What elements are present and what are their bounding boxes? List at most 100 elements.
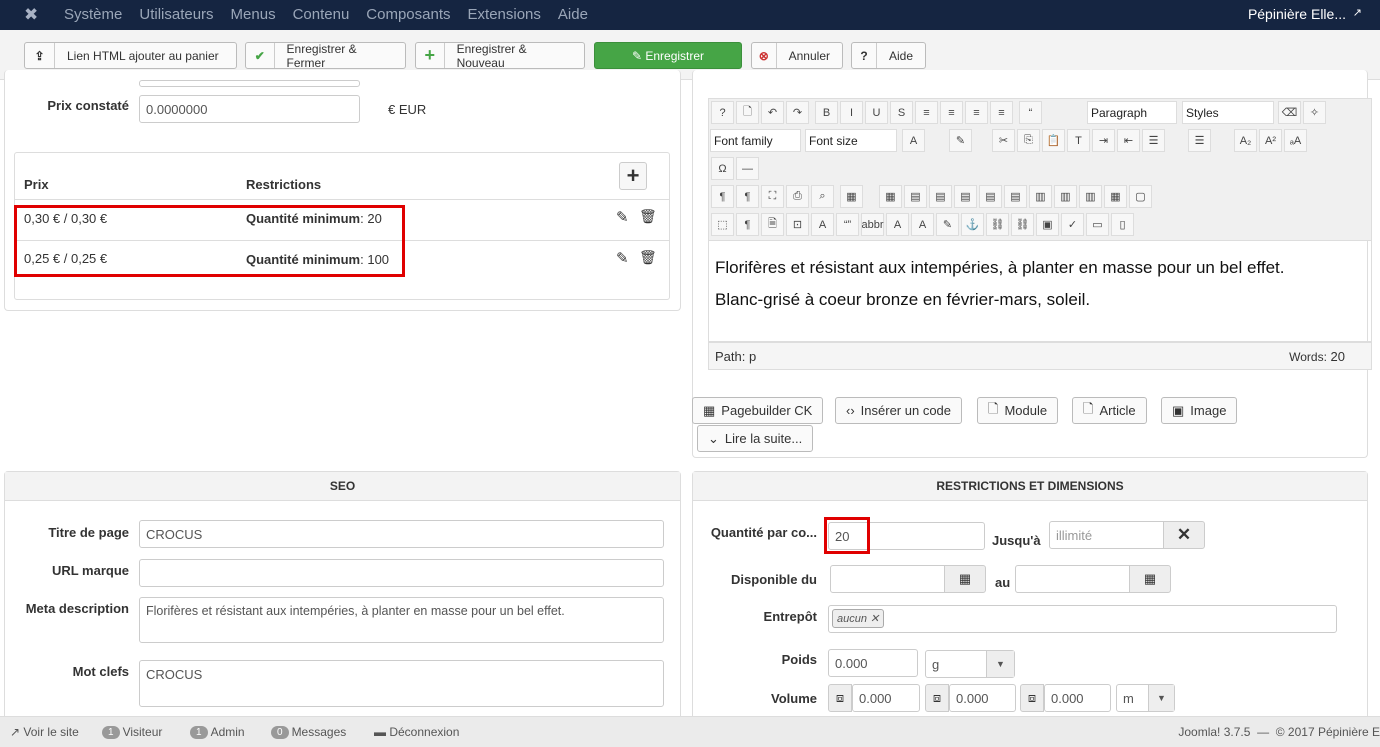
preview-icon[interactable]: 🗎: [761, 213, 784, 236]
menu-contenu[interactable]: Contenu: [293, 6, 350, 23]
format-select[interactable]: Paragraph: [1087, 101, 1177, 124]
show-blocks-icon[interactable]: ¶: [736, 213, 759, 236]
menu-extensions[interactable]: Extensions: [468, 6, 541, 23]
insert-col-after-icon[interactable]: ▥: [1054, 185, 1077, 208]
insert-row-icon[interactable]: ▤: [954, 185, 977, 208]
anchor-icon[interactable]: ⚓: [961, 213, 984, 236]
edit-pencil-icon[interactable]: ✎: [616, 208, 629, 226]
until-input[interactable]: illimité: [1049, 521, 1164, 549]
ordered-list-icon[interactable]: ☰: [1142, 129, 1165, 152]
clear-x-icon[interactable]: ✕: [1163, 521, 1205, 549]
menu-utilisateurs[interactable]: Utilisateurs: [139, 6, 213, 23]
delete-icon[interactable]: A: [886, 213, 909, 236]
remove-x-icon[interactable]: ✕: [870, 613, 879, 625]
table-icon[interactable]: ▦: [840, 185, 863, 208]
print-icon[interactable]: ⎙: [786, 185, 809, 208]
volume-z-input[interactable]: 0.000: [1044, 684, 1111, 712]
logout-link[interactable]: ▬ Déconnexion: [374, 725, 459, 739]
delete-row-icon[interactable]: ▤: [1004, 185, 1027, 208]
spellcheck-icon[interactable]: ✓: [1061, 213, 1084, 236]
insert-icon[interactable]: A: [911, 213, 934, 236]
bold-icon[interactable]: B: [815, 101, 838, 124]
unordered-list-icon[interactable]: ☰: [1188, 129, 1211, 152]
insert-row-after-icon[interactable]: ▤: [979, 185, 1002, 208]
italic-icon[interactable]: I: [840, 101, 863, 124]
weight-unit-select[interactable]: g ▼: [925, 650, 1015, 678]
clean-icon[interactable]: ✧: [1303, 101, 1326, 124]
unlink-icon[interactable]: ⛓: [986, 213, 1009, 236]
html-link-button[interactable]: ⇪ Lien HTML ajouter au panier: [24, 42, 237, 69]
style-icon[interactable]: A: [811, 213, 834, 236]
keywords-textarea[interactable]: CROCUS: [139, 660, 664, 707]
image-icon[interactable]: ▣: [1036, 213, 1059, 236]
menu-systeme[interactable]: Système: [64, 6, 122, 23]
prix-constate-input[interactable]: 0.0000000: [139, 95, 360, 123]
paste-text-icon[interactable]: T: [1067, 129, 1090, 152]
weight-input[interactable]: 0.000: [828, 649, 918, 677]
delete-table-icon[interactable]: ▦: [879, 185, 902, 208]
article-button[interactable]: 🗋 Article: [1072, 397, 1147, 424]
menu-composants[interactable]: Composants: [366, 6, 450, 23]
blockquote-icon[interactable]: “: [1019, 101, 1042, 124]
read-more-button[interactable]: ⌄ Lire la suite...: [697, 425, 814, 452]
menu-aide[interactable]: Aide: [558, 6, 588, 23]
insert-code-button[interactable]: ‹› Insérer un code: [835, 397, 963, 424]
subscript-icon[interactable]: A₂: [1234, 129, 1257, 152]
link-icon[interactable]: ⛓: [1011, 213, 1034, 236]
save-close-button[interactable]: ✔ Enregistrer & Fermer: [245, 42, 406, 70]
styles-select[interactable]: Styles: [1182, 101, 1274, 124]
trash-icon[interactable]: 🗑: [639, 249, 657, 266]
template-icon[interactable]: ✎: [936, 213, 959, 236]
highlight-icon[interactable]: ✎: [949, 129, 972, 152]
row-props-icon[interactable]: ▤: [929, 185, 952, 208]
ltr-icon[interactable]: ¶: [711, 185, 734, 208]
insert-col-icon[interactable]: ▥: [1029, 185, 1052, 208]
fullscreen-icon[interactable]: ⛶: [761, 185, 784, 208]
add-price-button[interactable]: +: [619, 162, 647, 190]
cut-icon[interactable]: ✂: [992, 129, 1015, 152]
menu-menus[interactable]: Menus: [231, 6, 276, 23]
path-value[interactable]: p: [749, 349, 756, 364]
module-button[interactable]: 🗋 Module: [977, 397, 1059, 424]
volume-x-input[interactable]: 0.000: [852, 684, 920, 712]
messages-link[interactable]: 0 Messages: [271, 725, 346, 739]
text-direction-icon[interactable]: ₐA: [1284, 129, 1307, 152]
available-from-input[interactable]: [830, 565, 945, 593]
indent-icon[interactable]: ⇥: [1092, 129, 1115, 152]
page-title-input[interactable]: CROCUS: [139, 520, 664, 548]
sidebar-icon[interactable]: ▯: [1111, 213, 1134, 236]
rtl-icon[interactable]: ¶: [736, 185, 759, 208]
volume-y-input[interactable]: 0.000: [949, 684, 1016, 712]
undo-icon[interactable]: ↶: [761, 101, 784, 124]
quote-icon[interactable]: “”: [836, 213, 859, 236]
special-char-icon[interactable]: Ω: [711, 157, 734, 180]
row-icon[interactable]: ▤: [904, 185, 927, 208]
outdent-icon[interactable]: ⇤: [1117, 129, 1140, 152]
justify-icon[interactable]: ≡: [915, 101, 938, 124]
save-button[interactable]: ✎ Enregistrer: [594, 42, 742, 69]
abbreviation-icon[interactable]: abbr: [861, 213, 884, 236]
admins-link[interactable]: 1 Admin: [190, 725, 245, 739]
text-color-icon[interactable]: A: [902, 129, 925, 152]
joomla-logo-icon[interactable]: ✖: [24, 5, 38, 25]
pagebreak-icon[interactable]: ⊡: [786, 213, 809, 236]
split-icon[interactable]: ▢: [1129, 185, 1152, 208]
help-button[interactable]: ? Aide: [851, 42, 926, 69]
editor-content[interactable]: Florifères et résistant aux intempéries,…: [708, 241, 1372, 342]
trash-icon[interactable]: 🗑: [639, 208, 657, 225]
find-icon[interactable]: ⌕: [811, 185, 834, 208]
horizontal-rule-icon[interactable]: —: [736, 157, 759, 180]
superscript-icon[interactable]: A²: [1259, 129, 1282, 152]
visual-aid-icon[interactable]: ⬚: [711, 213, 734, 236]
url-input[interactable]: [139, 559, 664, 587]
font-size-select[interactable]: Font size: [805, 129, 897, 152]
view-site-link[interactable]: ↗ Voir le site: [10, 725, 79, 739]
layer-icon[interactable]: ▭: [1086, 213, 1109, 236]
underline-icon[interactable]: U: [865, 101, 888, 124]
strikethrough-icon[interactable]: S: [890, 101, 913, 124]
site-link[interactable]: Pépinière Elle...: [1248, 6, 1346, 22]
eraser-icon[interactable]: ⌫: [1278, 101, 1301, 124]
warehouse-select[interactable]: aucun ✕: [828, 605, 1337, 633]
image-button[interactable]: ▣ Image: [1161, 397, 1238, 424]
font-family-select[interactable]: Font family: [710, 129, 801, 152]
